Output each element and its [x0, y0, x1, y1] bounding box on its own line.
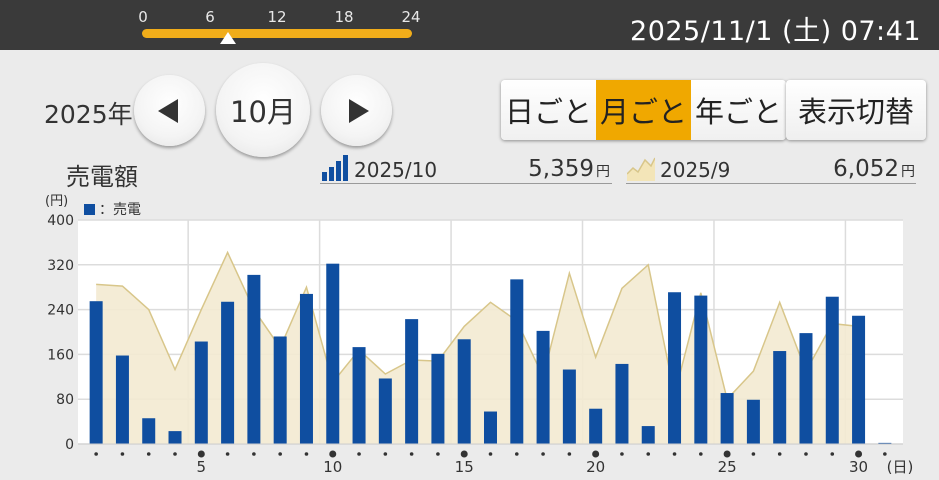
x-tick-dot [830, 452, 835, 456]
x-tick-dot [646, 452, 651, 456]
bar-day-5 [194, 341, 208, 444]
x-tick-dot [723, 450, 731, 458]
bar-day-6 [221, 301, 235, 444]
x-tick-dot [146, 452, 151, 456]
x-tick-dot [278, 452, 282, 456]
bar-day-2 [115, 355, 129, 444]
x-tick-dot [409, 452, 414, 456]
x-tick-dot [592, 450, 600, 458]
y-tick-label: 240 [47, 303, 74, 319]
x-tick-label: 30 [849, 458, 868, 476]
bar-day-4 [168, 431, 182, 444]
x-tick-dot [777, 452, 782, 456]
x-tick-dot [672, 452, 677, 456]
bar-day-20 [589, 408, 603, 444]
x-tick-dot [699, 452, 703, 456]
bar-day-10 [326, 263, 340, 444]
x-tick-label: 15 [455, 458, 474, 476]
bar-day-26 [746, 399, 760, 444]
sales-chart: 0 80 160 240 320 400 5 10 15 20 25 30 (日) [47, 213, 914, 476]
x-tick-dot [514, 452, 519, 456]
x-tick-dot [304, 452, 309, 456]
x-tick-label: 5 [197, 458, 207, 476]
bar-day-8 [273, 336, 287, 444]
x-tick-dot [436, 452, 440, 456]
bar-day-25 [720, 393, 734, 444]
bar-day-22 [641, 426, 655, 444]
bar-day-7 [247, 274, 261, 444]
bar-day-17 [510, 279, 524, 444]
bar-day-14 [431, 353, 445, 444]
x-tick-dot [855, 450, 863, 458]
y-tick-label: 400 [47, 213, 74, 229]
y-tick-label: 320 [47, 258, 74, 274]
x-tick-dot [357, 452, 361, 456]
bar-day-13 [405, 319, 419, 444]
x-tick-dot [541, 452, 545, 456]
x-tick-dot [225, 452, 230, 456]
bar-day-30 [852, 315, 866, 444]
bar-day-9 [299, 293, 313, 444]
bar-day-3 [142, 418, 156, 444]
x-tick-dot [620, 452, 624, 456]
y-tick-label: 80 [56, 392, 74, 408]
bar-day-27 [773, 351, 787, 444]
x-tick-dot [197, 450, 205, 458]
x-tick-label: 25 [718, 458, 737, 476]
bar-day-23 [668, 292, 682, 444]
x-tick-dot [120, 452, 125, 456]
bar-day-29 [825, 296, 839, 444]
bar-day-12 [378, 378, 392, 444]
x-tick-dot [883, 452, 887, 456]
y-tick-label: 160 [47, 347, 74, 363]
bar-day-19 [562, 369, 576, 444]
x-tick-dot [94, 452, 98, 456]
bar-day-15 [457, 339, 471, 444]
y-tick-label: 0 [65, 437, 74, 453]
x-tick-dot [488, 452, 493, 456]
x-tick-dot [252, 452, 256, 456]
x-tick-dot [173, 452, 177, 456]
bar-day-18 [536, 330, 550, 444]
x-tick-dot [460, 450, 468, 458]
x-tick-dot [804, 452, 808, 456]
x-axis-unit-label: (日) [887, 458, 914, 476]
x-tick-dot [383, 452, 388, 456]
bar-day-11 [352, 347, 366, 444]
x-tick-label: 20 [586, 458, 605, 476]
bar-day-21 [615, 363, 629, 444]
bar-day-24 [694, 295, 708, 444]
bar-day-1 [89, 301, 103, 444]
bar-day-28 [799, 333, 813, 444]
x-tick-dot [751, 452, 756, 456]
x-tick-dot [329, 450, 337, 458]
x-tick-label: 10 [323, 458, 342, 476]
x-tick-dot [567, 452, 572, 456]
bar-day-16 [484, 411, 497, 444]
